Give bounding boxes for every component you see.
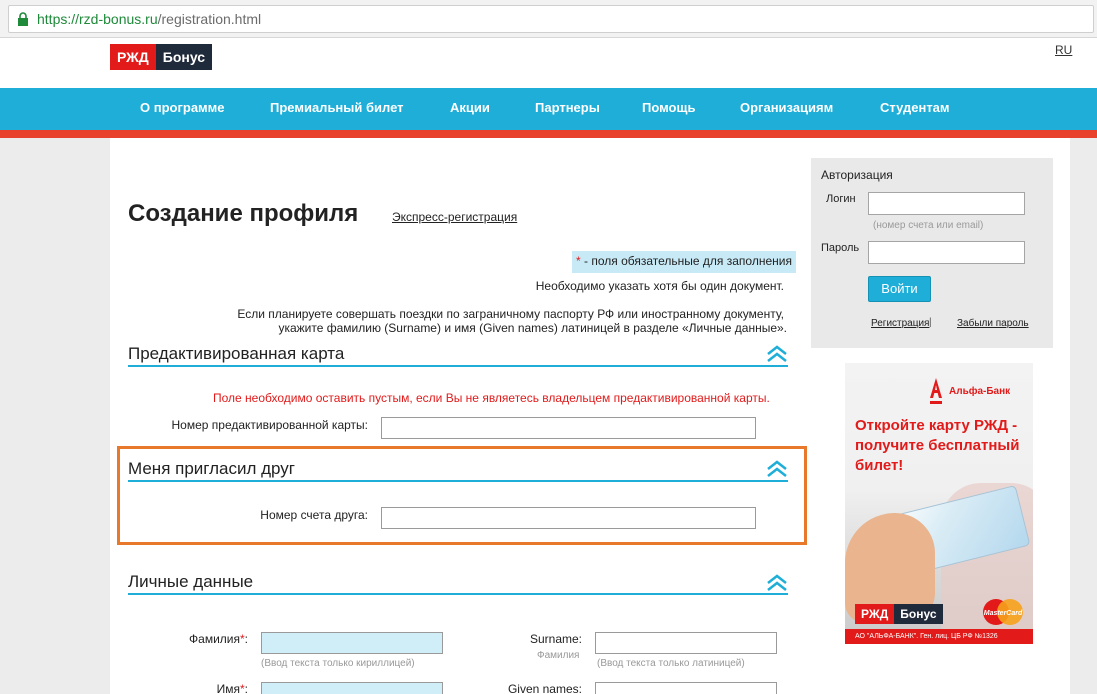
collapse-chevron-icon[interactable] bbox=[766, 460, 788, 478]
bank-name: Альфа-Банк bbox=[949, 386, 1011, 397]
forgot-password-link[interactable]: Забыли пароль bbox=[957, 318, 1029, 329]
nav-item-organizations[interactable]: Организациям bbox=[740, 100, 833, 115]
alfa-bank-banner[interactable]: Альфа-Банк Откройте карту РЖД - получите… bbox=[845, 363, 1033, 644]
nav-item-help[interactable]: Помощь bbox=[642, 100, 695, 115]
nav-item-program[interactable]: О программе bbox=[140, 100, 225, 115]
password-input[interactable] bbox=[868, 241, 1025, 264]
collapse-chevron-icon[interactable] bbox=[766, 345, 788, 363]
page-title: Создание профиля bbox=[128, 200, 359, 227]
lastname-input[interactable] bbox=[261, 632, 443, 654]
collapse-chevron-icon[interactable] bbox=[766, 574, 788, 592]
register-link[interactable]: Регистрация bbox=[871, 318, 929, 329]
preactivated-warning: Поле необходимо оставить пустым, если Вы… bbox=[213, 391, 770, 405]
mastercard-logo-icon: MasterCard bbox=[983, 599, 1023, 625]
nav-item-premium-ticket[interactable]: Премиальный билет bbox=[270, 100, 404, 115]
foreign-doc-note-line2: укажите фамилию (Surname) и имя (Given n… bbox=[278, 321, 787, 335]
section-title-invited: Меня пригласил друг bbox=[128, 459, 296, 478]
preactivated-card-label: Номер предактивированной карты: bbox=[171, 418, 368, 432]
express-registration-link[interactable]: Экспресс-регистрация bbox=[392, 210, 517, 224]
section-divider bbox=[128, 593, 788, 595]
banner-rzd-logo: РЖД Бонус bbox=[855, 604, 943, 624]
section-divider bbox=[128, 365, 788, 367]
login-hint: (номер счета или email) bbox=[873, 220, 984, 231]
givenname-input[interactable] bbox=[595, 682, 777, 694]
foreign-doc-note-line1: Если планируете совершать поездки по заг… bbox=[237, 307, 784, 321]
required-fields-note: * - поля обязательные для заполнения bbox=[572, 251, 796, 273]
nav-item-promotions[interactable]: Акции bbox=[450, 100, 490, 115]
section-divider bbox=[128, 480, 788, 482]
auth-separator: | bbox=[929, 317, 932, 328]
preactivated-card-input[interactable] bbox=[381, 417, 756, 439]
surname-sublabel: Фамилия bbox=[537, 650, 580, 661]
password-label: Пароль bbox=[821, 242, 860, 254]
browser-address-bar: https://rzd-bonus.ru/registration.html bbox=[0, 0, 1097, 38]
lastname-hint: (Ввод текста только кириллицей) bbox=[261, 658, 415, 669]
nav-item-partners[interactable]: Партнеры bbox=[535, 100, 600, 115]
banner-license-text: АО "АЛЬФА-БАНК". Ген. лиц. ЦБ РФ №1326 bbox=[845, 629, 1033, 644]
url-input[interactable]: https://rzd-bonus.ru/registration.html bbox=[8, 5, 1094, 33]
nav-item-students[interactable]: Студентам bbox=[880, 100, 950, 115]
login-input[interactable] bbox=[868, 192, 1025, 215]
login-label: Логин bbox=[826, 193, 856, 205]
section-title-personal: Личные данные bbox=[128, 572, 254, 591]
document-note: Необходимо указать хотя бы один документ… bbox=[535, 279, 784, 293]
lock-icon bbox=[18, 12, 28, 26]
alfa-bank-logo-icon bbox=[930, 378, 942, 404]
surname-hint: (Ввод текста только латиницей) bbox=[597, 658, 745, 669]
auth-panel: Авторизация Логин (номер счета или email… bbox=[811, 158, 1053, 348]
firstname-label: Имя*: bbox=[216, 682, 248, 694]
auth-title: Авторизация bbox=[821, 168, 893, 182]
givenname-label: Given names: bbox=[507, 682, 582, 694]
svg-text:MasterCard: MasterCard bbox=[984, 610, 1023, 617]
main-nav: О программе Премиальный билет Акции Парт… bbox=[0, 88, 1097, 130]
firstname-input[interactable] bbox=[261, 682, 443, 694]
site-header: РЖД Бонус RU bbox=[0, 38, 1097, 88]
lastname-label: Фамилия*: bbox=[189, 632, 248, 646]
banner-headline: Откройте карту РЖД - получите бесплатный… bbox=[855, 417, 1020, 474]
login-button[interactable]: Войти bbox=[868, 276, 931, 302]
section-title-preactivated: Предактивированная карта bbox=[128, 344, 345, 363]
friend-account-input[interactable] bbox=[381, 507, 756, 529]
friend-account-label: Номер счета друга: bbox=[260, 508, 368, 522]
url-text: https://rzd-bonus.ru/registration.html bbox=[37, 11, 262, 27]
rzd-bonus-logo[interactable]: РЖД Бонус bbox=[110, 44, 213, 70]
header-divider bbox=[0, 130, 1097, 138]
surname-input[interactable] bbox=[595, 632, 777, 654]
language-switch[interactable]: RU bbox=[1055, 43, 1072, 57]
surname-label: Surname: bbox=[529, 632, 582, 646]
